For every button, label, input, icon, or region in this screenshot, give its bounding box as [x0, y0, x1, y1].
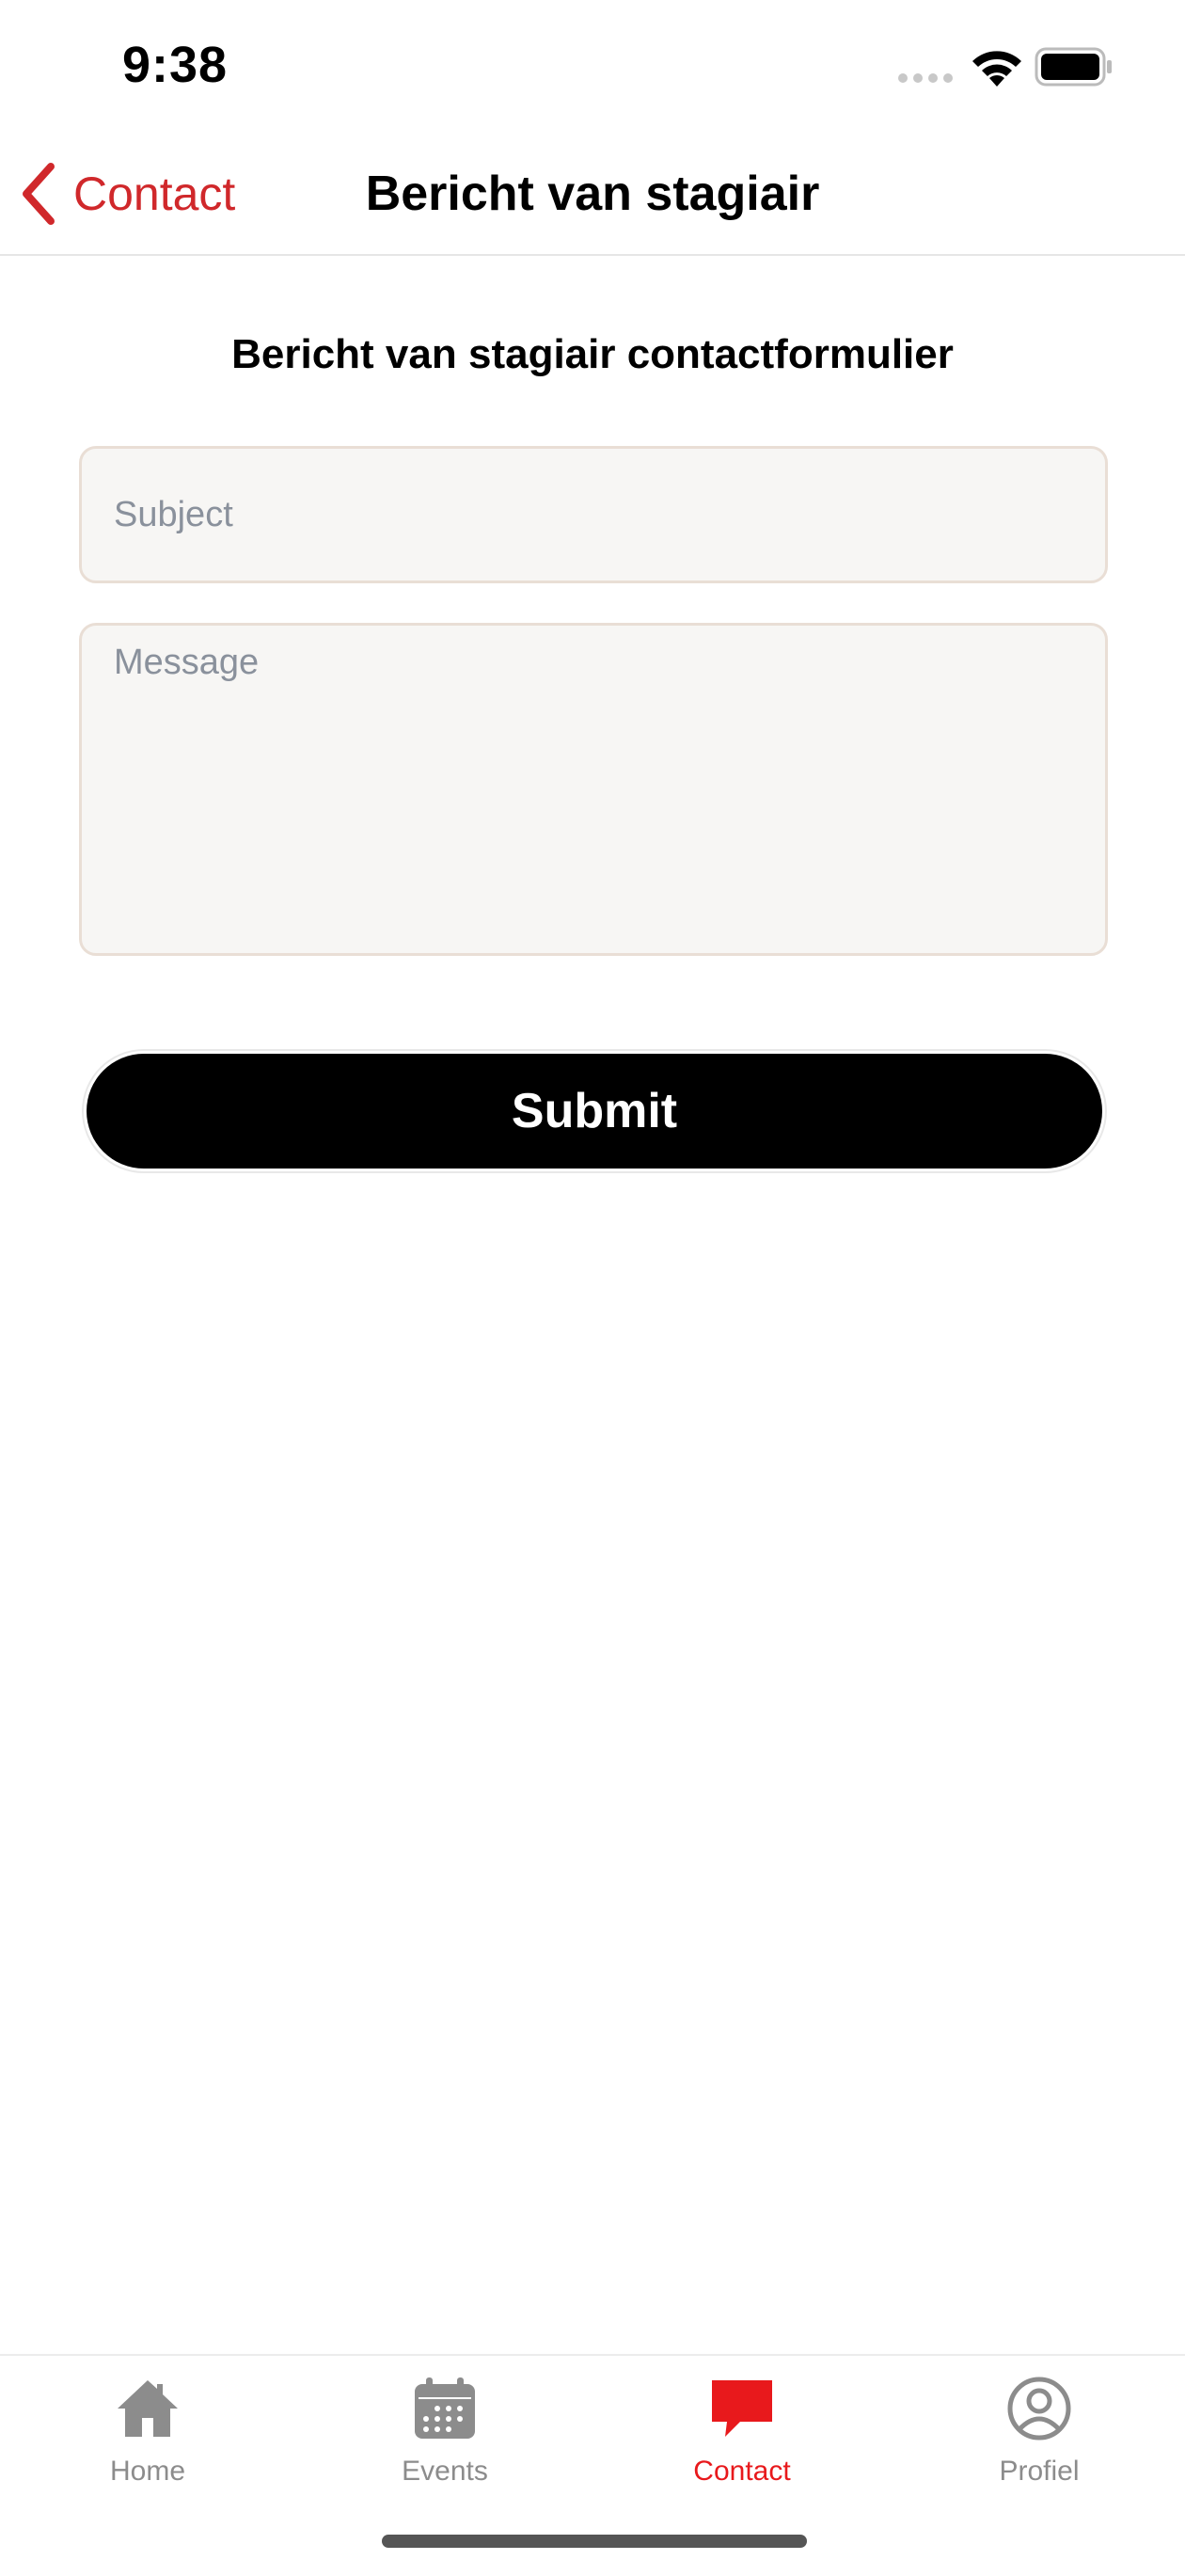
- wifi-icon: [972, 51, 1021, 87]
- user-circle-icon: [1007, 2377, 1071, 2441]
- tab-label-events: Events: [402, 2456, 488, 2487]
- tab-events[interactable]: Events: [351, 2375, 539, 2516]
- navigation-bar: Contact Bericht van stagiair: [0, 132, 1185, 256]
- chat-bubble-icon: [712, 2380, 772, 2437]
- status-time: 9:38: [122, 37, 229, 93]
- cellular-signal-icon: [898, 73, 955, 85]
- submit-button[interactable]: Submit: [87, 1054, 1102, 1169]
- tab-contact[interactable]: Contact: [648, 2375, 836, 2516]
- form-heading: Bericht van stagiair contactformulier: [231, 331, 954, 377]
- calendar-icon: [415, 2377, 475, 2439]
- home-indicator: [382, 2535, 807, 2548]
- battery-icon: [1035, 47, 1112, 87]
- home-icon: [118, 2380, 178, 2437]
- tab-label-profiel: Profiel: [999, 2456, 1080, 2487]
- status-bar: 9:38: [0, 0, 1185, 132]
- page-title: Bericht van stagiair: [365, 167, 820, 221]
- tab-label-contact: Contact: [693, 2456, 791, 2487]
- message-textarea[interactable]: [79, 623, 1108, 956]
- tab-label-home: Home: [109, 2456, 186, 2487]
- subject-input[interactable]: [79, 446, 1108, 583]
- tab-home[interactable]: Home: [54, 2375, 242, 2516]
- tab-profiel[interactable]: Profiel: [945, 2375, 1133, 2516]
